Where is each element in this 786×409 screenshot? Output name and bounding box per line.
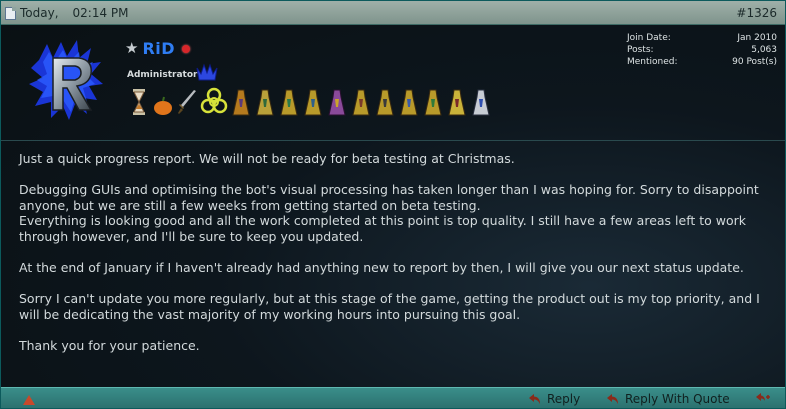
stat-value: Jan 2010 bbox=[737, 33, 777, 43]
stat-value: 90 Post(s) bbox=[732, 57, 777, 67]
award-icons bbox=[127, 87, 493, 117]
user-avatar[interactable] bbox=[29, 40, 109, 122]
post-date: Today, 02:14 PM bbox=[5, 6, 129, 20]
post-number-link[interactable]: #1326 bbox=[736, 6, 777, 20]
post-footer: Reply Reply With Quote bbox=[1, 387, 785, 408]
user-title: Administrator bbox=[127, 70, 198, 80]
biohazard-icon bbox=[200, 87, 228, 114]
robe-icon bbox=[448, 89, 466, 116]
multi-quote-button[interactable] bbox=[756, 392, 770, 404]
username-link[interactable]: RiD bbox=[142, 39, 175, 58]
stat-row-mentioned: Mentioned: 90 Post(s) bbox=[627, 56, 777, 68]
crown-icon bbox=[196, 63, 218, 81]
reply-arrow-icon bbox=[529, 394, 540, 404]
reply-button[interactable]: Reply bbox=[529, 392, 580, 406]
post-message: Just a quick progress report. We will no… bbox=[19, 151, 771, 369]
star-icon: ★ bbox=[125, 39, 139, 57]
robe-icon bbox=[232, 89, 250, 116]
post-date-time: 02:14 PM bbox=[72, 6, 129, 20]
message-paragraph: Thank you for your patience. bbox=[19, 338, 200, 354]
reply-with-quote-button[interactable]: Reply With Quote bbox=[607, 392, 730, 406]
user-info: ★ RiD Administrator Join Date: Jan 2010 … bbox=[1, 26, 785, 140]
robe-icon bbox=[304, 89, 322, 116]
reply-arrow-icon bbox=[607, 394, 618, 404]
post-header: Today, 02:14 PM #1326 bbox=[1, 1, 785, 25]
stat-row-posts: Posts: 5,063 bbox=[627, 44, 777, 56]
message-paragraph: Sorry I can't update you more regularly,… bbox=[19, 291, 760, 322]
message-paragraph: Debugging GUIs and optimising the bot's … bbox=[19, 182, 759, 244]
sword-icon bbox=[178, 90, 196, 114]
pumpkin-icon bbox=[154, 96, 172, 115]
stat-row-join-date: Join Date: Jan 2010 bbox=[627, 32, 777, 44]
robe-icon bbox=[424, 89, 442, 116]
message-paragraph: At the end of January if I haven't alrea… bbox=[19, 260, 744, 276]
user-stats: Join Date: Jan 2010 Posts: 5,063 Mention… bbox=[627, 32, 777, 68]
robe-icon bbox=[328, 89, 346, 116]
robe-icon bbox=[280, 89, 298, 116]
robe-icon bbox=[400, 89, 418, 116]
divider bbox=[1, 140, 785, 141]
forum-post: Today, 02:14 PM #1326 ★ RiD Administrato… bbox=[0, 0, 786, 409]
report-post-icon[interactable] bbox=[23, 395, 35, 405]
reply-with-quote-label: Reply With Quote bbox=[625, 392, 730, 406]
stat-label: Posts: bbox=[627, 45, 654, 55]
stat-label: Join Date: bbox=[627, 33, 671, 43]
online-status-icon bbox=[182, 44, 191, 53]
robe-icon bbox=[256, 89, 274, 116]
hourglass-icon bbox=[133, 89, 145, 115]
multi-quote-icon bbox=[756, 393, 770, 401]
username-row: ★ RiD bbox=[125, 39, 191, 58]
robe-icon bbox=[352, 89, 370, 116]
post-date-day: Today, bbox=[20, 6, 59, 20]
robe-icon bbox=[376, 89, 394, 116]
reply-label: Reply bbox=[547, 392, 581, 406]
document-icon bbox=[5, 6, 16, 20]
stat-label: Mentioned: bbox=[627, 57, 678, 67]
message-paragraph: Just a quick progress report. We will no… bbox=[19, 151, 515, 166]
robe-icon bbox=[472, 89, 490, 116]
stat-value: 5,063 bbox=[751, 45, 777, 55]
